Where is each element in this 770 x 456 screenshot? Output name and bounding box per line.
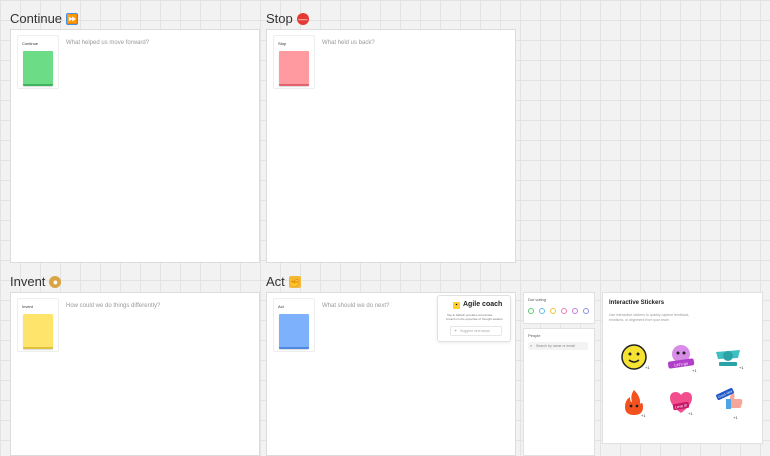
- invent-prompt: How could we do things differently?: [66, 303, 161, 309]
- no-entry-icon: —: [296, 12, 309, 25]
- people-search-input[interactable]: ⌕ Search by name or email: [528, 342, 588, 350]
- act-sticky-note[interactable]: [279, 314, 309, 349]
- people-panel[interactable]: People ⌕ Search by name or email: [523, 328, 595, 456]
- continue-note-card[interactable]: Continue: [17, 35, 59, 89]
- agile-coach-input[interactable]: ✦ Suggest next steps: [450, 326, 502, 336]
- dot-yellow[interactable]: [550, 308, 556, 314]
- stickers-title: Interactive Stickers: [609, 300, 665, 306]
- people-label: People: [528, 333, 541, 338]
- agile-coach-description-2: ccoach on the expertise of thought leade…: [446, 317, 504, 321]
- continue-prompt: What helped us move forward?: [66, 40, 150, 46]
- act-prompt: What should we do next?: [322, 303, 390, 309]
- stop-note-label: Stop: [278, 41, 287, 46]
- lets-go-count: +1: [692, 368, 697, 373]
- dot-voting-panel[interactable]: Dot voting: [523, 292, 595, 324]
- palette-icon: ●: [49, 275, 62, 288]
- people-search-placeholder: Search by name or email: [536, 344, 575, 348]
- dot-blue[interactable]: [539, 308, 545, 314]
- dot-voting-label: Dot voting: [528, 297, 547, 302]
- agile-coach-icon: ▪: [453, 302, 460, 309]
- flexed-biceps-icon: ✊: [288, 275, 301, 288]
- invent-title: Invent ●: [10, 274, 62, 289]
- agile-coach-input-icon: ✦: [454, 328, 458, 333]
- dot-purple[interactable]: [572, 308, 578, 314]
- teal-ribbon-count: +1: [739, 365, 744, 370]
- smiley-count: +1: [645, 365, 650, 370]
- continue-note-label: Continue: [22, 41, 39, 46]
- good-idea-sticker[interactable]: Good idea: [716, 385, 746, 415]
- continue-sticky-note[interactable]: [23, 51, 53, 86]
- dot-violet[interactable]: [583, 308, 589, 314]
- invent-note-label: Invent: [22, 304, 33, 309]
- stickers-description-1: Use interactive stickers to quickly capt…: [609, 313, 690, 317]
- continue-title: Continue ⏩: [10, 11, 79, 26]
- stickers-description-2: emotions, or alignment from your team: [609, 318, 669, 322]
- stop-frame[interactable]: Stop What held us back?: [266, 29, 516, 263]
- stop-prompt: What held us back?: [322, 40, 375, 46]
- search-icon: ⌕: [530, 343, 533, 348]
- good-idea-count: +1: [733, 415, 738, 420]
- invent-note-card[interactable]: Invent: [17, 298, 59, 352]
- dot-green[interactable]: [528, 308, 534, 314]
- invent-sticky-note[interactable]: [23, 314, 53, 349]
- lets-go-text: Let's go: [674, 360, 689, 367]
- stop-sticky-note[interactable]: [279, 51, 309, 86]
- stickers-panel[interactable]: Interactive Stickers Use interactive sti…: [602, 292, 763, 444]
- act-note-card[interactable]: Act: [273, 298, 315, 352]
- continue-frame[interactable]: Continue What helped us move forward?: [10, 29, 260, 263]
- agile-coach-input-placeholder: Suggest next steps: [460, 329, 490, 333]
- love-it-count: +1: [688, 411, 693, 416]
- agile-coach-title: Agile coach: [463, 301, 503, 308]
- fire-count: +1: [641, 413, 646, 418]
- invent-frame[interactable]: Invent How could we do things differentl…: [10, 292, 260, 456]
- stop-title: Stop —: [266, 11, 309, 26]
- dot-pink[interactable]: [561, 308, 567, 314]
- agile-coach-card[interactable]: ▪ Agile coach Tap & Jalbeth provides sma…: [437, 295, 511, 342]
- act-title: Act ✊: [266, 274, 301, 289]
- stop-note-card[interactable]: Stop: [273, 35, 315, 89]
- fast-forward-icon: ⏩: [66, 12, 79, 25]
- act-note-label: Act: [278, 304, 284, 309]
